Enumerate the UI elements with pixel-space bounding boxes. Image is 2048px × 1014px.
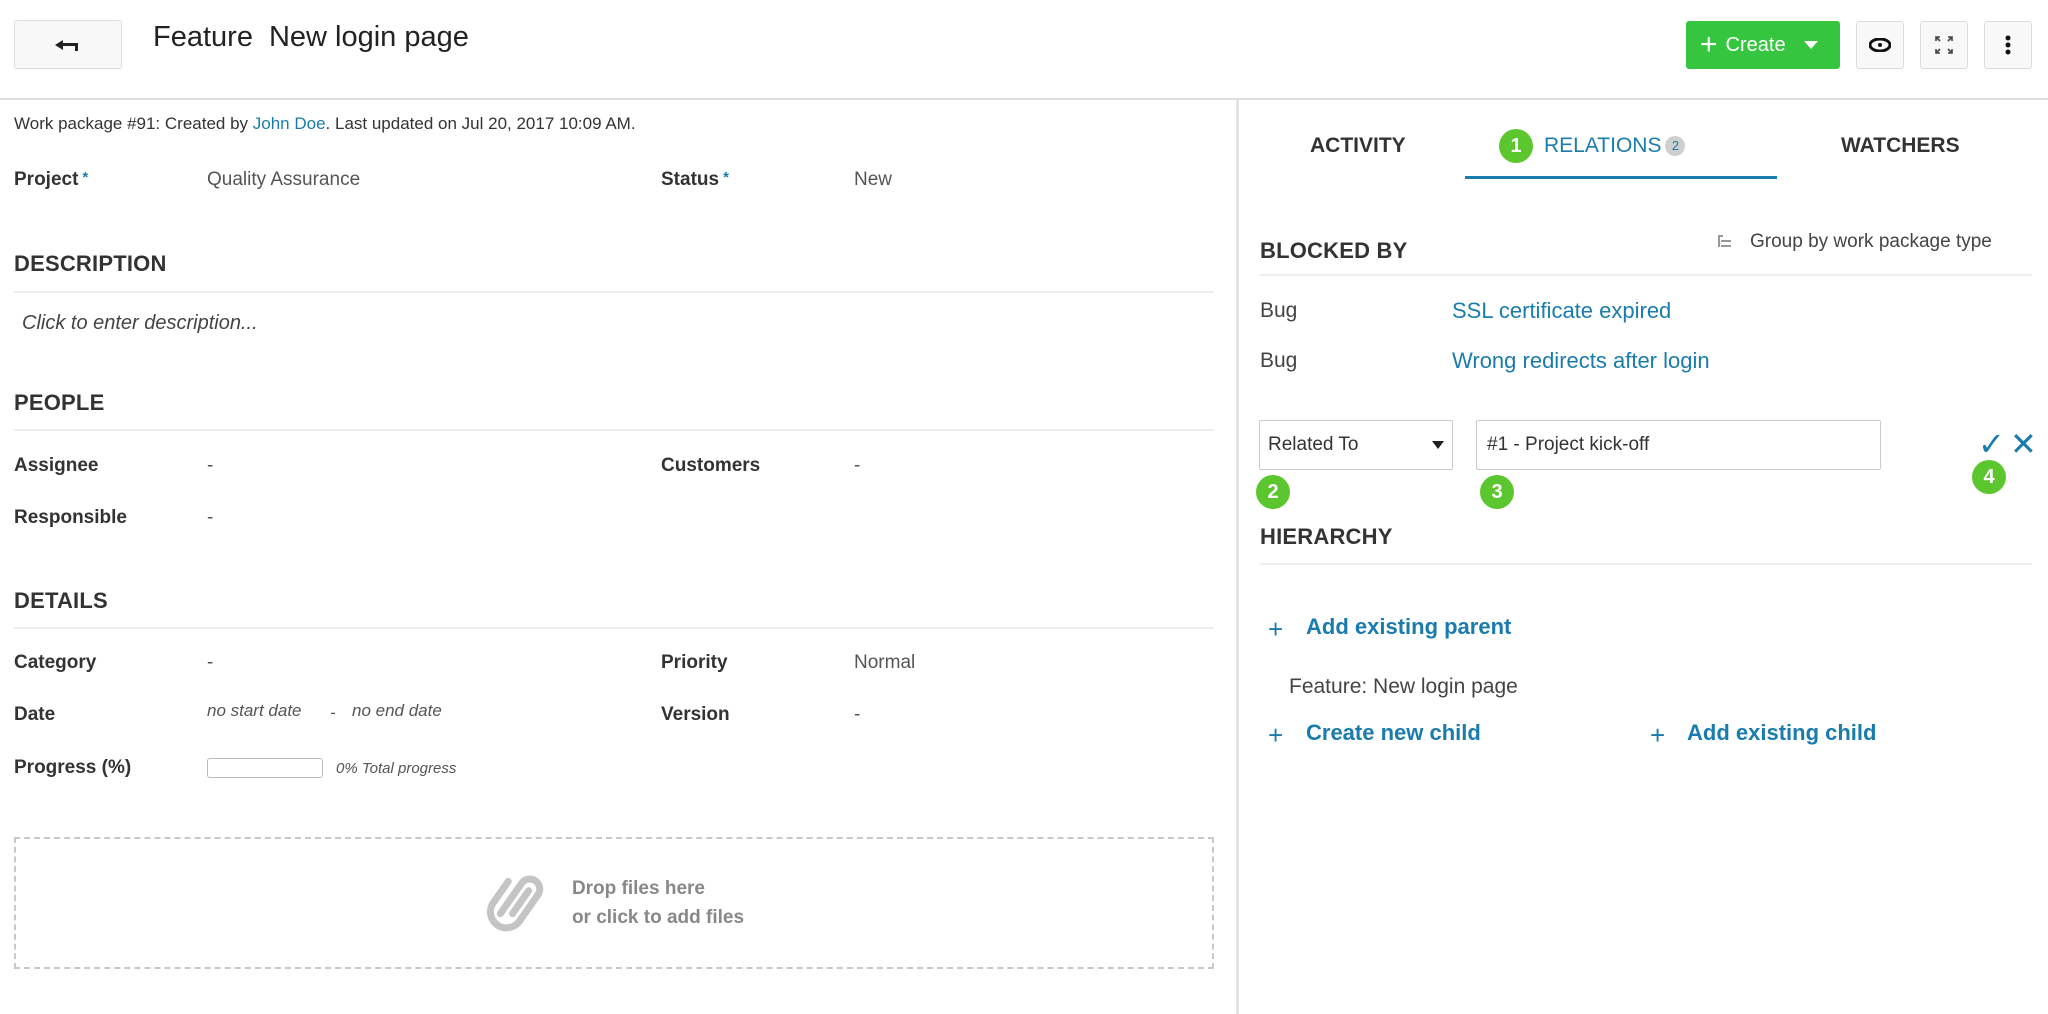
- meta-prefix: Work package #91: Created by: [14, 114, 253, 133]
- date-separator: -: [330, 703, 336, 722]
- project-label: Project *: [14, 169, 89, 190]
- section-divider: [1260, 563, 2032, 565]
- step-marker-2: 2: [1256, 475, 1290, 509]
- create-new-child-link[interactable]: Create new child: [1306, 720, 1481, 746]
- end-date-value[interactable]: no end date: [352, 701, 442, 721]
- work-package-subject[interactable]: New login page: [269, 21, 469, 53]
- attachments-dropzone[interactable]: Drop files here or click to add files: [14, 837, 1214, 969]
- priority-label: Priority: [661, 652, 728, 673]
- tab-relations-label: RELATIONS: [1544, 134, 1662, 157]
- paperclip-icon: [486, 875, 544, 932]
- back-button[interactable]: [14, 20, 122, 69]
- status-value[interactable]: New: [854, 169, 892, 191]
- details-title: DETAILS: [14, 588, 108, 613]
- dropzone-line-2: or click to add files: [571, 907, 745, 928]
- relation-type-select[interactable]: Related To: [1259, 420, 1453, 470]
- status-label: Status *: [661, 169, 729, 190]
- add-existing-child-link[interactable]: Add existing child: [1687, 720, 1876, 746]
- confirm-check-icon[interactable]: ✓: [1978, 426, 2005, 462]
- plus-icon: +: [1700, 28, 1718, 61]
- tab-watchers[interactable]: WATCHERS: [1841, 134, 1960, 158]
- meta-suffix: . Last updated on Jul 20, 2017 10:09 AM.: [325, 114, 636, 133]
- create-label: Create: [1725, 33, 1786, 56]
- section-divider: [1260, 274, 2032, 276]
- cancel-close-icon[interactable]: ✕: [2010, 426, 2037, 462]
- dropdown-caret-icon: [1432, 441, 1444, 449]
- step-marker-3: 3: [1480, 475, 1514, 509]
- customers-value[interactable]: -: [854, 455, 860, 477]
- description-field[interactable]: Click to enter description...: [22, 312, 258, 335]
- plus-icon[interactable]: +: [1268, 616, 1283, 642]
- section-divider: [14, 291, 1214, 293]
- people-title: PEOPLE: [14, 390, 105, 415]
- required-marker: *: [82, 169, 89, 186]
- chevron-down-icon: [1803, 41, 1818, 49]
- relation-type: Bug: [1260, 349, 1298, 372]
- tab-relations[interactable]: RELATIONS 2: [1544, 134, 1686, 158]
- responsible-value[interactable]: -: [207, 507, 213, 529]
- relation-target-input[interactable]: [1476, 420, 1881, 470]
- current-work-package: Feature: New login page: [1289, 675, 1518, 698]
- section-divider: [14, 627, 1214, 629]
- create-button[interactable]: + Create: [1686, 21, 1840, 69]
- plus-icon[interactable]: +: [1268, 722, 1283, 748]
- fullscreen-button[interactable]: [1920, 21, 1968, 69]
- required-marker: *: [723, 169, 729, 186]
- relation-type-selected: Related To: [1268, 434, 1359, 455]
- relation-type: Bug: [1260, 299, 1298, 322]
- priority-value[interactable]: Normal: [854, 652, 915, 674]
- group-by-label: Group by work package type: [1750, 231, 1992, 252]
- more-vertical-icon: [2005, 35, 2011, 55]
- more-button[interactable]: [1984, 21, 2032, 69]
- description-title: DESCRIPTION: [14, 251, 167, 276]
- assignee-value[interactable]: -: [207, 455, 213, 477]
- plus-icon[interactable]: +: [1650, 722, 1665, 748]
- hierarchy-title: HIERARCHY: [1260, 524, 1393, 549]
- category-label: Category: [14, 652, 97, 673]
- work-package-meta: Work package #91: Created by John Doe. L…: [14, 114, 636, 134]
- page-title: Feature New login page: [153, 18, 469, 56]
- date-label: Date: [14, 704, 56, 725]
- progress-text: 0% Total progress: [336, 760, 457, 777]
- work-package-type: Feature: [153, 21, 253, 53]
- step-marker-4: 4: [1972, 460, 2006, 494]
- pane-divider[interactable]: [1236, 99, 1239, 1014]
- relation-link[interactable]: Wrong redirects after login: [1452, 348, 1710, 374]
- group-by-toggle[interactable]: Group by work package type: [1718, 231, 1992, 253]
- relations-count-badge: 2: [1665, 136, 1686, 157]
- progress-bar[interactable]: [207, 758, 323, 778]
- active-tab-indicator: [1465, 176, 1777, 179]
- project-value[interactable]: Quality Assurance: [207, 169, 360, 191]
- back-arrow-icon: [55, 39, 78, 51]
- responsible-label: Responsible: [14, 507, 127, 528]
- header-divider: [0, 98, 2048, 100]
- watch-button[interactable]: [1856, 21, 1904, 69]
- blocked-by-title: BLOCKED BY: [1260, 238, 1408, 263]
- customers-label: Customers: [661, 455, 761, 476]
- step-marker-1: 1: [1499, 129, 1533, 163]
- add-existing-parent-link[interactable]: Add existing parent: [1306, 614, 1511, 640]
- relation-link[interactable]: SSL certificate expired: [1452, 298, 1671, 324]
- category-value[interactable]: -: [207, 652, 213, 674]
- tab-activity[interactable]: ACTIVITY: [1310, 134, 1406, 158]
- section-divider: [14, 429, 1214, 431]
- start-date-value[interactable]: no start date: [207, 701, 302, 721]
- version-value[interactable]: -: [854, 704, 860, 726]
- author-link[interactable]: John Doe: [253, 114, 326, 133]
- expand-icon: [1935, 36, 1953, 54]
- eye-icon: [1869, 38, 1891, 52]
- version-label: Version: [661, 704, 730, 725]
- dropzone-line-1: Drop files here: [571, 878, 705, 899]
- assignee-label: Assignee: [14, 455, 99, 476]
- progress-label: Progress (%): [14, 757, 132, 778]
- group-list-icon: [1718, 233, 1732, 252]
